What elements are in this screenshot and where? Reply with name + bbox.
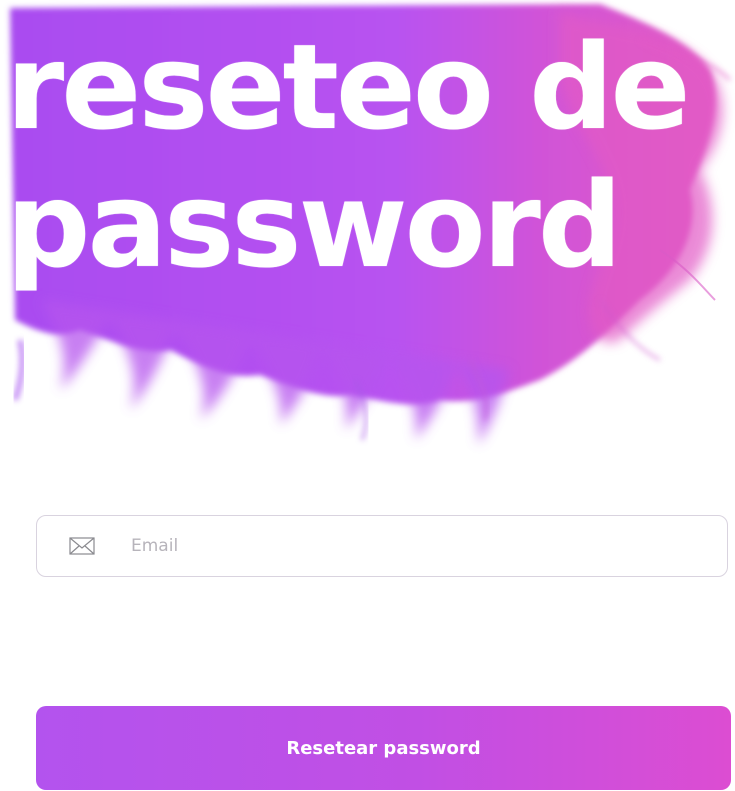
email-field[interactable] (36, 515, 728, 577)
hero-banner: reseteo de password (0, 0, 735, 470)
page-title: reseteo de password (6, 18, 691, 294)
email-input[interactable] (129, 525, 693, 567)
reset-password-button[interactable]: Resetear password (36, 706, 731, 790)
reset-password-page: reseteo de password Resetear password (0, 0, 735, 791)
envelope-icon (69, 536, 95, 556)
